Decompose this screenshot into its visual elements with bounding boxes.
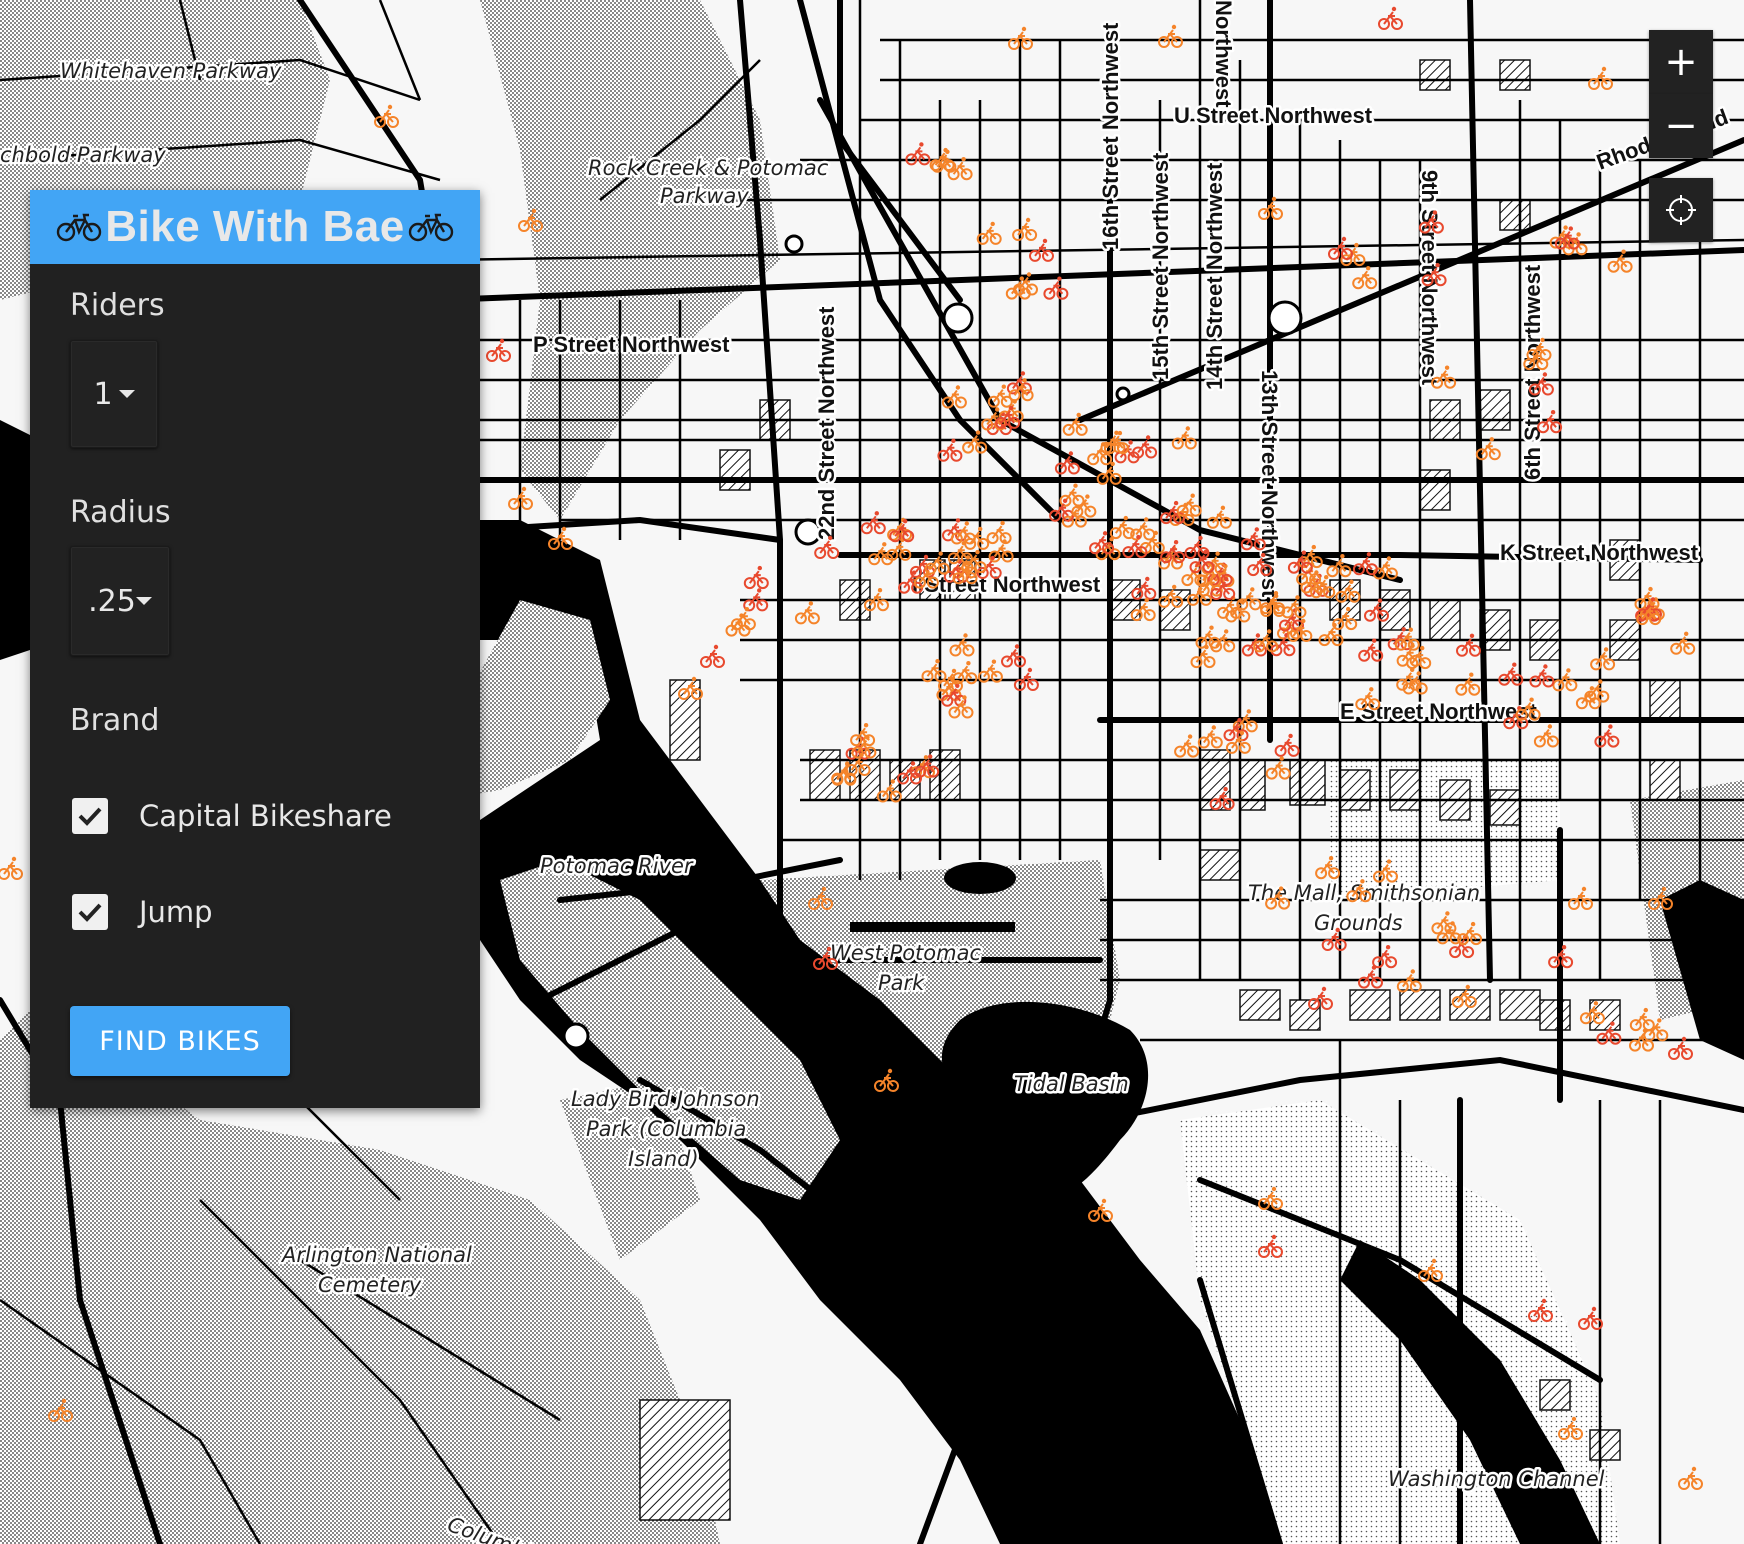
street-label: 15th Street Northwest	[1148, 152, 1173, 380]
place-label: Whitehaven Parkway	[60, 59, 282, 83]
chevron-down-icon	[118, 390, 135, 398]
place-label: Cemetery	[318, 1273, 422, 1297]
place-label: Island)	[628, 1147, 699, 1171]
street-label: P Street Northwest	[533, 332, 730, 357]
radius-label: Radius	[70, 495, 171, 530]
capital-bikeshare-label: Capital Bikeshare	[139, 799, 392, 833]
place-label: Tidal Basin	[1014, 1072, 1129, 1096]
place-label: Grounds	[1314, 911, 1403, 935]
radius-select[interactable]: .25	[70, 546, 170, 656]
minus-icon: −	[1664, 103, 1698, 149]
capital-bikeshare-checkbox[interactable]	[72, 798, 108, 834]
street-label: U Street Northwest	[1174, 103, 1373, 128]
place-label: Parkway	[660, 184, 749, 208]
place-label: Rock Creek & Potomac	[588, 156, 829, 180]
checkmark-icon	[78, 807, 102, 826]
riders-value: 1	[93, 376, 113, 412]
place-label: chbold Parkway	[0, 143, 166, 167]
street-label: 14th Street Northwest	[1202, 162, 1227, 390]
street-label: 22nd Street Northwest	[814, 306, 839, 540]
brand-option-capital-bikeshare[interactable]: Capital Bikeshare	[72, 798, 392, 834]
control-panel: Bike With Bae Riders 1 Radius .25 Brand …	[30, 190, 480, 1108]
brand-label: Brand	[70, 703, 160, 738]
brand-option-jump[interactable]: Jump	[72, 894, 213, 930]
riders-select[interactable]: 1	[70, 340, 158, 448]
riders-label: Riders	[70, 288, 165, 323]
find-bikes-button[interactable]: FIND BIKES	[70, 1006, 290, 1076]
app-title: Bike With Bae	[105, 202, 405, 251]
checkmark-icon	[78, 903, 102, 922]
bicycle-icon	[57, 213, 102, 242]
plus-icon: +	[1664, 39, 1698, 85]
chevron-down-icon	[135, 597, 152, 605]
zoom-in-button[interactable]: +	[1649, 30, 1713, 94]
place-label: Park	[878, 971, 925, 995]
place-label: Lady Bird Johnson	[571, 1087, 760, 1111]
street-label: K Street Northwest	[1500, 540, 1699, 565]
street-label: 16th Street Northwest	[1098, 22, 1123, 250]
street-label: 6th Street Northwest	[1520, 264, 1545, 480]
zoom-out-button[interactable]: −	[1649, 94, 1713, 158]
jump-checkbox[interactable]	[72, 894, 108, 930]
panel-header: Bike With Bae	[30, 190, 480, 264]
crosshair-icon	[1666, 195, 1696, 225]
locate-button[interactable]	[1649, 178, 1713, 242]
place-label: West Potomac	[830, 941, 981, 965]
reflecting-pool	[850, 922, 1015, 932]
bicycle-icon	[408, 213, 453, 242]
pond	[944, 862, 1016, 894]
place-label: Park (Columbia	[586, 1117, 746, 1141]
street-label: Northwest	[1211, 0, 1236, 108]
radius-value: .25	[88, 583, 136, 619]
street-label: I Street Northwest	[912, 572, 1101, 597]
place-label: Washington Channel	[1388, 1467, 1605, 1491]
place-label: Arlington National	[280, 1243, 472, 1267]
place-label: Potomac River	[540, 854, 694, 878]
jump-label: Jump	[139, 895, 213, 929]
